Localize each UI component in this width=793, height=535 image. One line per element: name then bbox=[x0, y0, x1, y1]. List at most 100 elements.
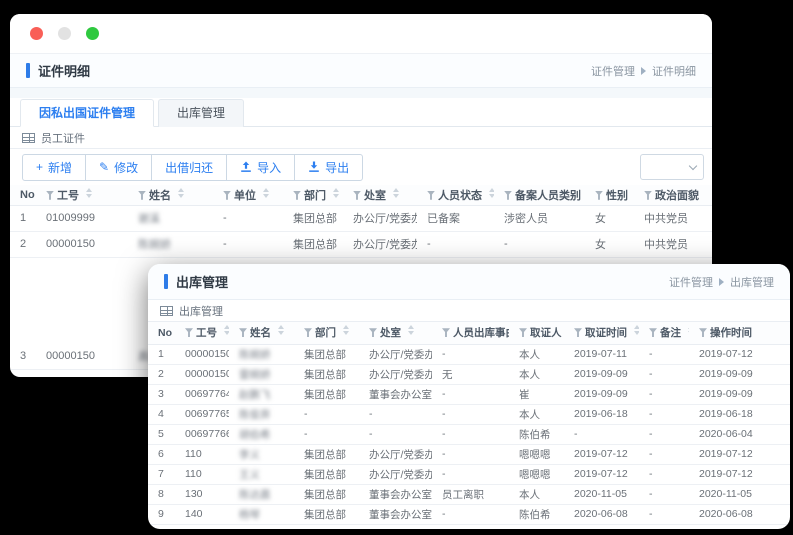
table-cell: 7 bbox=[148, 464, 175, 485]
table-row[interactable]: 5 00697766 胡伯希 - - - 陈伯希 - -2020-06-04 bbox=[148, 424, 790, 445]
table-row[interactable]: 200000150雷婉娇集团总部办公厅/党委办公室无本人2019-09-09-2… bbox=[148, 364, 790, 385]
filter-funnel-icon[interactable] bbox=[699, 328, 707, 338]
filter-funnel-icon[interactable] bbox=[644, 190, 652, 200]
column-header[interactable]: 政治面貌 bbox=[634, 185, 712, 205]
sort-carets-icon[interactable] bbox=[634, 325, 639, 336]
column-header[interactable]: 姓名 bbox=[229, 322, 294, 344]
sort-carets-icon[interactable] bbox=[224, 325, 229, 336]
filter-funnel-icon[interactable] bbox=[504, 190, 512, 200]
table-cell: 崔 bbox=[509, 384, 564, 405]
column-header[interactable]: 单位 bbox=[213, 185, 283, 205]
import-icon bbox=[241, 161, 251, 172]
column-header[interactable]: 人员出库事由 bbox=[432, 322, 509, 344]
column-header[interactable]: 取证时间 bbox=[564, 322, 639, 344]
filter-funnel-icon[interactable] bbox=[353, 190, 361, 200]
table-row[interactable]: 8 130 陈达晨 集团总部 董事会办公室 员工离职 本人 2020-11-05-2020-1… bbox=[148, 484, 790, 505]
table-cell: - bbox=[494, 231, 585, 258]
table-cell: 2019-09-09 bbox=[564, 364, 639, 385]
column-header[interactable]: 处室 bbox=[343, 185, 417, 205]
table-cell: 2 bbox=[148, 364, 175, 385]
table-row[interactable]: 200000150陈婉娇-集团总部办公厅/党委办公室--女中共党员 bbox=[10, 231, 712, 258]
column-header[interactable]: 备案人员类别 bbox=[494, 185, 585, 205]
table-cell: 集团总部 bbox=[294, 464, 359, 485]
tab-outbound-management[interactable]: 出库管理 bbox=[158, 99, 245, 127]
edit-button[interactable]: ✎ 修改 bbox=[85, 153, 153, 181]
table-cell: 00000150 bbox=[175, 364, 229, 385]
column-header[interactable]: 取证人 bbox=[509, 322, 564, 344]
table-cell: - bbox=[359, 404, 432, 425]
column-header[interactable]: 操作时间 bbox=[689, 322, 790, 344]
sort-carets-icon[interactable] bbox=[178, 187, 184, 198]
sort-carets-icon[interactable] bbox=[489, 187, 494, 198]
export-button[interactable]: 导出 bbox=[294, 153, 364, 181]
lend-return-button[interactable]: 出借归还 bbox=[151, 153, 228, 181]
close-button[interactable] bbox=[30, 27, 43, 40]
import-button[interactable]: 导入 bbox=[226, 153, 296, 181]
breadcrumb-parent[interactable]: 证件管理 bbox=[669, 274, 713, 290]
filter-funnel-icon[interactable] bbox=[649, 328, 657, 338]
column-header[interactable]: 工号 bbox=[36, 185, 128, 205]
filter-funnel-icon[interactable] bbox=[46, 190, 54, 200]
table-cell: 集团总部 bbox=[294, 484, 359, 505]
table-cell: 00000150 bbox=[36, 231, 128, 258]
breadcrumb-current[interactable]: 出库管理 bbox=[730, 274, 774, 290]
table-cell: 2020-06-08 bbox=[564, 504, 639, 525]
table-cell: 2020-11-05 bbox=[689, 484, 790, 505]
column-header[interactable]: 性别 bbox=[585, 185, 634, 205]
table-cell: 办公厅/党委办公室 bbox=[359, 364, 432, 385]
filter-funnel-icon[interactable] bbox=[369, 328, 377, 338]
table-row[interactable]: 4 00697765 陈俊弃 - - - 本人 2019-06-18-2019-06-18 bbox=[148, 404, 790, 425]
filter-funnel-icon[interactable] bbox=[293, 190, 301, 200]
filter-funnel-icon[interactable] bbox=[595, 190, 603, 200]
table-row[interactable]: 9 140 杨琴 集团总部 董事会办公室 - 陈伯希 2020-06-08-2020-06-0… bbox=[148, 504, 790, 525]
filter-funnel-icon[interactable] bbox=[304, 328, 312, 338]
sort-carets-icon[interactable] bbox=[333, 187, 339, 198]
filter-funnel-icon[interactable] bbox=[223, 190, 231, 200]
table-row[interactable]: 6110李义集团总部办公厅/党委办公室-嗯嗯嗯2019-07-12-2019-0… bbox=[148, 444, 790, 465]
table-cell: - bbox=[639, 384, 689, 405]
column-header-label: 人员状态 bbox=[438, 189, 482, 202]
zoom-button[interactable] bbox=[86, 27, 99, 40]
sort-carets-icon[interactable] bbox=[263, 187, 269, 198]
table-row[interactable]: 101009999谢溪-集团总部办公厅/党委办公室已备案涉密人员女中共党员 bbox=[10, 205, 712, 232]
minimize-button[interactable] bbox=[58, 27, 71, 40]
column-header: No bbox=[10, 185, 36, 205]
tab-private-abroad-certs[interactable]: 因私出国证件管理 bbox=[20, 99, 155, 127]
column-header[interactable]: 人员状态 bbox=[417, 185, 494, 205]
table-row[interactable]: 3 00697764 赵鹏飞 集团总部 董事会办公室 - 崔 2019-09-09-2019-… bbox=[148, 384, 790, 405]
filter-funnel-icon[interactable] bbox=[239, 328, 247, 338]
table-row[interactable]: 7110王义集团总部办公厅/党委办公室-嗯嗯嗯2019-07-12-2019-0… bbox=[148, 464, 790, 485]
breadcrumb-current[interactable]: 证件明细 bbox=[652, 63, 696, 79]
column-header[interactable]: 部门 bbox=[283, 185, 343, 205]
filter-funnel-icon[interactable] bbox=[138, 190, 146, 200]
sort-carets-icon[interactable] bbox=[343, 325, 349, 336]
breadcrumb-parent[interactable]: 证件管理 bbox=[591, 63, 635, 79]
column-header[interactable]: 工号 bbox=[175, 322, 229, 344]
filter-funnel-icon[interactable] bbox=[574, 328, 582, 338]
table-cell: 3 bbox=[10, 343, 36, 370]
add-button[interactable]: + 新增 bbox=[22, 153, 87, 181]
filter-funnel-icon[interactable] bbox=[185, 328, 193, 338]
sort-carets-icon[interactable] bbox=[688, 325, 689, 336]
filter-select[interactable] bbox=[640, 154, 704, 180]
sort-carets-icon[interactable] bbox=[86, 187, 92, 198]
column-header-label: 备注 bbox=[660, 327, 681, 340]
table-cell: 集团总部 bbox=[294, 364, 359, 385]
column-header-label: 单位 bbox=[234, 189, 256, 202]
column-header[interactable]: 处室 bbox=[359, 322, 432, 344]
column-header[interactable]: 备注 bbox=[639, 322, 689, 344]
section-header: 出库管理 bbox=[148, 300, 790, 322]
column-header-label: 工号 bbox=[57, 189, 79, 202]
table-cell: 女 bbox=[585, 205, 634, 232]
table-cell: - bbox=[639, 424, 689, 445]
column-header[interactable]: 部门 bbox=[294, 322, 359, 344]
sort-carets-icon[interactable] bbox=[408, 325, 414, 336]
sort-carets-icon[interactable] bbox=[393, 187, 399, 198]
filter-funnel-icon[interactable] bbox=[442, 328, 450, 338]
filter-funnel-icon[interactable] bbox=[519, 328, 527, 338]
table-cell: 谢溪 bbox=[128, 205, 213, 232]
table-row[interactable]: 100000150陈婉娇集团总部办公厅/党委办公室-本人2019-07-11-2… bbox=[148, 344, 790, 365]
column-header[interactable]: 姓名 bbox=[128, 185, 213, 205]
filter-funnel-icon[interactable] bbox=[427, 190, 435, 200]
sort-carets-icon[interactable] bbox=[278, 325, 284, 336]
